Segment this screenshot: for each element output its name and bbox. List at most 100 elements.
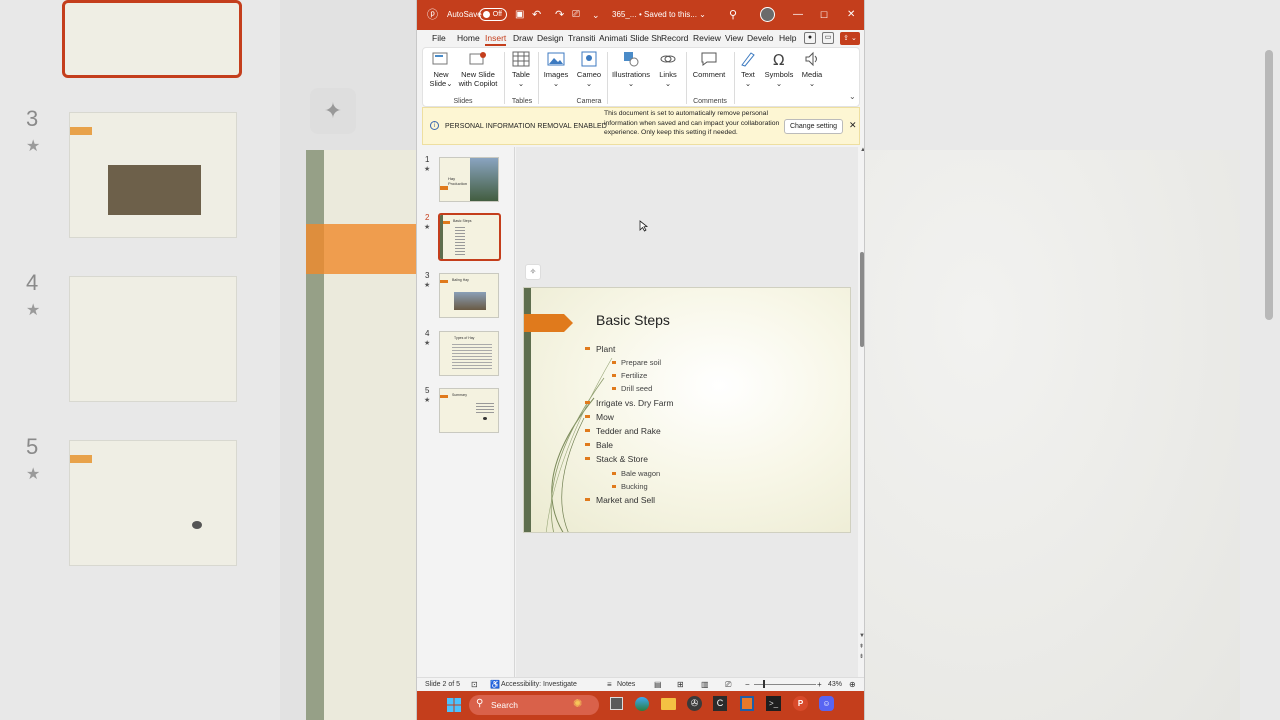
powerpoint-taskbar-icon[interactable]: P — [793, 696, 808, 711]
windows-start-icon[interactable] — [447, 698, 461, 712]
redo-icon[interactable]: ↷ — [555, 0, 564, 30]
thumb-number: 3 — [425, 271, 430, 280]
bullet-item: Tedder and Rake — [585, 426, 661, 436]
illustrations-button[interactable]: Illustrations ⌄ — [611, 51, 651, 88]
tab-developer[interactable]: Develo — [747, 33, 773, 43]
slide-thumbnail-2[interactable]: Basic Steps — [438, 213, 501, 261]
thumb-number: 1 — [425, 155, 430, 164]
tab-draw[interactable]: Draw — [513, 33, 533, 43]
task-view-icon[interactable] — [610, 697, 623, 710]
slide-sorter-icon[interactable]: ⊞ — [677, 680, 684, 689]
change-setting-button[interactable]: Change setting — [784, 119, 843, 134]
notes-icon[interactable]: ≡ — [607, 680, 612, 689]
slide-thumbnail-4[interactable]: Types of Hay — [439, 331, 499, 376]
undo-icon[interactable]: ↶ — [532, 0, 541, 30]
saved-status[interactable]: • Saved to this... ⌄ — [639, 0, 706, 30]
star-icon: ★ — [424, 282, 431, 289]
bullet-item: Bale wagon — [612, 469, 660, 478]
tab-slideshow[interactable]: Slide Sh — [630, 33, 662, 43]
star-icon: ★ — [424, 166, 431, 173]
share-button[interactable]: ⇪ ⌄ — [840, 32, 860, 45]
bullet-item: Fertilize — [612, 371, 647, 380]
close-message-icon[interactable]: ✕ — [849, 120, 857, 131]
previous-slide-icon[interactable]: ⇞ — [859, 643, 864, 650]
file-name[interactable]: 365_... — [612, 0, 636, 30]
powerpoint-window: ⓟ AutoSave Off ▣ ↶ ↷ ⎚ ⌄ 365_... • Saved… — [416, 0, 865, 720]
spelling-icon[interactable]: ⊡ — [471, 680, 478, 689]
comments-icon[interactable]: ▭ — [822, 32, 834, 44]
slide-thumbnail-3[interactable]: Baling Hay — [439, 273, 499, 318]
tab-home[interactable]: Home — [457, 33, 480, 43]
app-window-icon[interactable] — [740, 696, 754, 711]
zoom-in-icon[interactable]: + — [817, 680, 822, 689]
symbols-button[interactable]: Ω Symbols ⌄ — [763, 51, 795, 88]
file-explorer-icon[interactable] — [661, 698, 676, 710]
vertical-scrollbar[interactable]: ▲ ▼ ⇞ ⇟ — [858, 147, 864, 677]
star-icon: ★ — [424, 340, 431, 347]
bg-star-icon: ★ — [26, 138, 41, 155]
search-icon[interactable]: ⚲ — [729, 0, 737, 30]
scrollbar-thumb[interactable] — [860, 252, 864, 347]
tab-design[interactable]: Design — [537, 33, 563, 43]
normal-view-icon[interactable]: ▤ — [654, 680, 662, 689]
slide-thumbnail-5[interactable]: Summary — [439, 388, 499, 433]
minimize-icon[interactable]: — — [793, 0, 803, 30]
bg-thumb-2 — [62, 0, 242, 78]
new-slide-button[interactable]: New Slide⌄ — [427, 51, 455, 88]
edge-icon[interactable] — [635, 697, 649, 711]
reading-view-icon[interactable]: ▥ — [701, 680, 709, 689]
text-button[interactable]: Text ⌄ — [737, 51, 759, 88]
app-c-icon[interactable]: C — [713, 696, 727, 711]
next-slide-icon[interactable]: ⇟ — [859, 653, 864, 660]
accessibility-icon[interactable]: ♿ — [490, 680, 500, 689]
tab-file[interactable]: File — [432, 33, 446, 43]
title-arrow-shape — [524, 314, 573, 332]
cameo-button[interactable]: Cameo ⌄ — [575, 51, 603, 88]
tab-help[interactable]: Help — [779, 33, 796, 43]
chatgpt-icon[interactable]: ✇ — [687, 696, 702, 711]
slide-title[interactable]: Basic Steps — [596, 312, 670, 328]
zoom-out-icon[interactable]: − — [745, 680, 750, 689]
designer-icon[interactable]: ✧ — [525, 264, 541, 280]
fit-to-window-icon[interactable]: ⊕ — [849, 680, 856, 689]
discord-icon[interactable]: ☺ — [819, 696, 834, 711]
tab-review[interactable]: Review — [693, 33, 721, 43]
collapse-ribbon-icon[interactable]: ⌄ — [849, 92, 856, 101]
close-icon[interactable]: ✕ — [847, 0, 855, 30]
links-button[interactable]: Links ⌄ — [655, 51, 681, 88]
bullet-item: Bale — [585, 440, 613, 450]
scroll-down-icon[interactable]: ▼ — [859, 633, 864, 639]
accessibility-status[interactable]: Accessibility: Investigate — [501, 681, 577, 688]
slideshow-icon[interactable]: ⎚ — [725, 680, 731, 690]
terminal-icon[interactable]: >_ — [766, 696, 781, 711]
tab-view[interactable]: View — [725, 33, 743, 43]
customize-qat-icon[interactable]: ⌄ — [592, 0, 600, 30]
bullet-item: Bucking — [612, 482, 648, 491]
current-slide[interactable]: Basic Steps Plant Prepare soil Fertilize… — [523, 287, 851, 533]
tab-animations[interactable]: Animati — [599, 33, 627, 43]
copilot-slide-icon — [469, 52, 486, 65]
tab-insert[interactable]: Insert — [485, 33, 507, 46]
table-button[interactable]: Table ⌄ — [508, 51, 534, 88]
tab-transitions[interactable]: Transiti — [568, 33, 596, 43]
zoom-level[interactable]: 43% — [828, 681, 842, 688]
table-icon — [512, 51, 530, 67]
record-icon[interactable]: ● — [804, 32, 816, 44]
present-icon[interactable]: ⎚ — [572, 0, 580, 30]
slide-thumbnail-1[interactable]: Hay Production — [439, 157, 499, 202]
save-icon[interactable]: ▣ — [515, 0, 524, 30]
autosave-toggle[interactable]: Off — [479, 8, 507, 21]
new-slide-copilot-button[interactable]: New Slide with Copilot — [457, 51, 499, 88]
user-avatar[interactable] — [760, 7, 775, 22]
maximize-icon[interactable]: ☐ — [820, 0, 828, 30]
notes-button[interactable]: Notes — [617, 681, 635, 688]
media-button[interactable]: Media ⌄ — [799, 51, 825, 88]
mouse-cursor-icon — [639, 220, 648, 232]
images-button[interactable]: Images ⌄ — [541, 51, 571, 88]
tab-record[interactable]: Record — [661, 33, 688, 43]
taskbar-search-box[interactable]: ⚲ Search ✺ — [469, 695, 599, 715]
zoom-slider-handle[interactable] — [763, 680, 765, 688]
scroll-up-icon[interactable]: ▲ — [860, 147, 864, 153]
search-label: Search — [491, 700, 518, 710]
comment-button[interactable]: Comment — [690, 51, 728, 79]
